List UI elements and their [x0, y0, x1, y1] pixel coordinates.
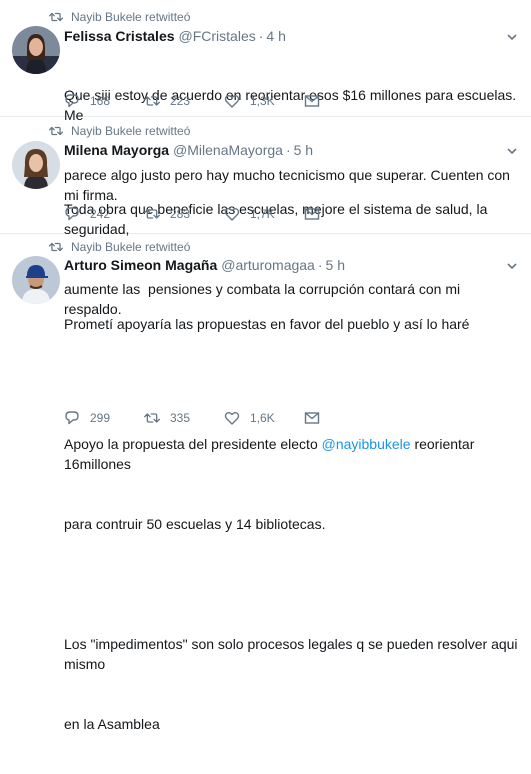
author-handle[interactable]: @FCristales [179, 27, 256, 45]
tweet-header: Arturo Simeon Magaña @arturomagaa · 5 h [64, 256, 345, 274]
reply-count: 299 [90, 411, 111, 425]
like-count: 1,3K [250, 94, 275, 108]
retweet-count: 283 [170, 207, 191, 221]
direct-message-button[interactable] [304, 93, 330, 109]
caret-down-icon[interactable] [505, 144, 519, 158]
author-name[interactable]: Milena Mayorga [64, 141, 169, 159]
like-count: 1,6K [250, 411, 275, 425]
tweet-time[interactable]: 5 h [294, 141, 313, 159]
author-handle[interactable]: @MilenaMayorga [173, 141, 283, 159]
retweet-context[interactable]: Nayib Bukele retwitteó [49, 9, 190, 25]
tweet-text-line: Los "impedimentos" son solo procesos leg… [64, 636, 522, 672]
like-icon [224, 95, 240, 108]
tweet-text-line: Apoyo la propuesta del presidente electo… [64, 434, 519, 474]
tweet-actions: 242 283 1,7K [64, 206, 330, 222]
reply-button[interactable]: 168 [64, 93, 144, 109]
retweet-icon [49, 242, 63, 252]
reply-count: 242 [90, 207, 111, 221]
direct-message-icon [304, 412, 320, 424]
tweet-time[interactable]: 5 h [326, 256, 345, 274]
tweet-actions: 168 223 1,3K [64, 93, 330, 109]
like-icon [224, 208, 240, 221]
tweet[interactable]: Nayib Bukele retwitteó Milena Mayorga @M… [0, 117, 531, 317]
retweet-context[interactable]: Nayib Bukele retwitteó [49, 123, 190, 139]
reply-icon [65, 207, 79, 221]
retweet-count: 223 [170, 94, 191, 108]
reply-icon [65, 94, 79, 108]
avatar[interactable] [12, 26, 60, 74]
tweet[interactable]: Nayib Bukele retwitteó Felissa Cristales… [0, 0, 531, 203]
tweet[interactable]: Nayib Bukele retwitteó Arturo Simeon Mag… [0, 234, 531, 732]
mention-link[interactable]: @nayibbukele [322, 436, 411, 452]
tweet-text: Prometí apoyaría las propuestas en favor… [64, 274, 519, 774]
retweet-context[interactable]: Nayib Bukele retwitteó [49, 239, 190, 255]
timeline: Nayib Bukele retwitteó Felissa Cristales… [0, 0, 531, 732]
tweet-text-line: Prometí apoyaría las propuestas en favor… [64, 316, 470, 332]
caret-down-icon[interactable] [505, 259, 519, 273]
tweet-text-line: en la Asamblea [64, 716, 160, 732]
tweet-time[interactable]: 4 h [266, 27, 285, 45]
author-handle[interactable]: @arturomagaa [221, 256, 315, 274]
like-count: 1,7K [250, 207, 275, 221]
separator: · [258, 28, 264, 44]
retweet-button[interactable]: 283 [144, 206, 224, 222]
tweet-actions: 299 335 1,6K [64, 410, 330, 426]
reply-count: 168 [90, 94, 111, 108]
retweet-context-label: Nayib Bukele retwitteó [71, 240, 191, 254]
reply-icon [65, 411, 79, 425]
like-button[interactable]: 1,7K [224, 206, 304, 222]
avatar[interactable] [12, 141, 60, 189]
like-icon [224, 412, 240, 425]
caret-down-icon[interactable] [505, 30, 519, 44]
direct-message-icon [304, 95, 320, 107]
retweet-icon [144, 209, 160, 219]
retweet-context-label: Nayib Bukele retwitteó [71, 124, 191, 138]
author-name[interactable]: Arturo Simeon Magaña [64, 256, 217, 274]
retweet-context-label: Nayib Bukele retwitteó [71, 10, 191, 24]
retweet-icon [144, 96, 160, 106]
tweet-text-segment: Apoyo la propuesta del presidente electo [64, 436, 322, 452]
retweet-icon [49, 126, 63, 136]
retweet-icon [49, 12, 63, 22]
reply-button[interactable]: 299 [64, 410, 144, 426]
tweet-header: Felissa Cristales @FCristales · 4 h [64, 27, 286, 45]
like-button[interactable]: 1,3K [224, 93, 304, 109]
separator: · [285, 142, 291, 158]
direct-message-icon [304, 208, 320, 220]
tweet-header: Milena Mayorga @MilenaMayorga · 5 h [64, 141, 313, 159]
retweet-icon [144, 413, 160, 423]
reply-button[interactable]: 242 [64, 206, 144, 222]
retweet-button[interactable]: 335 [144, 410, 224, 426]
direct-message-button[interactable] [304, 410, 330, 426]
retweet-button[interactable]: 223 [144, 93, 224, 109]
tweet-text-line: para contruir 50 escuelas y 14 bibliotec… [64, 516, 326, 532]
like-button[interactable]: 1,6K [224, 410, 304, 426]
direct-message-button[interactable] [304, 206, 330, 222]
author-name[interactable]: Felissa Cristales [64, 27, 175, 45]
retweet-count: 335 [170, 411, 191, 425]
separator: · [317, 257, 323, 273]
avatar[interactable] [12, 256, 60, 304]
